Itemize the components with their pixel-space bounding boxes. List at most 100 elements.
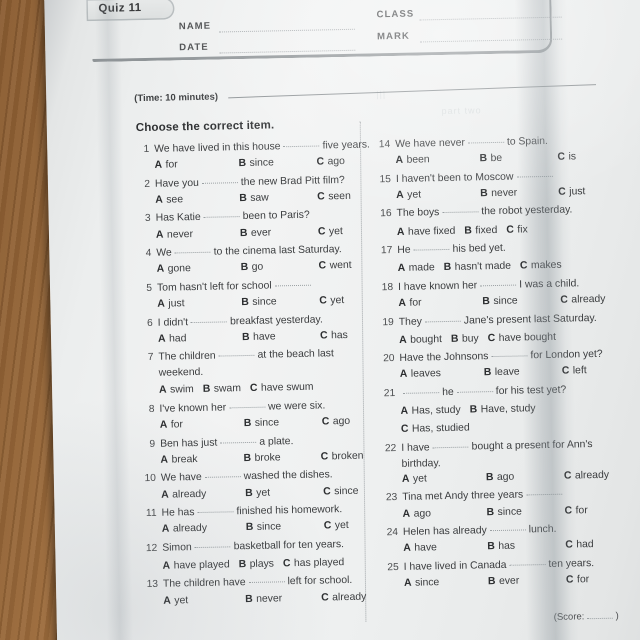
answer-option[interactable]: Cago (322, 414, 351, 431)
answer-option[interactable]: Bbe (479, 150, 557, 168)
answer-blank[interactable] (467, 133, 504, 144)
answer-option[interactable]: Cfix (506, 222, 528, 238)
answer-option[interactable]: Bhave (242, 328, 320, 346)
answer-blank[interactable] (194, 538, 231, 548)
answer-option[interactable]: Bsince (238, 155, 316, 173)
answer-blank[interactable] (526, 486, 563, 496)
answer-option[interactable]: Ahave fixed (397, 223, 456, 240)
answer-blank[interactable] (403, 384, 440, 394)
answer-option[interactable]: Cbroken (321, 449, 364, 466)
answer-option[interactable]: Bever (488, 573, 566, 591)
answer-option[interactable]: Asee (155, 191, 239, 209)
answer-blank[interactable] (190, 312, 228, 323)
answer-option[interactable]: Bsince (241, 294, 319, 312)
answer-blank[interactable] (516, 167, 553, 178)
answer-option[interactable]: Bgo (241, 259, 319, 277)
answer-option[interactable]: Aago (402, 505, 486, 523)
answer-option[interactable]: Abreak (160, 451, 243, 469)
answer-blank[interactable] (201, 173, 238, 184)
answer-option[interactable]: Bever (240, 224, 318, 242)
answer-option[interactable]: Bsince (246, 519, 324, 537)
answer-option[interactable]: Bbroke (243, 449, 320, 467)
answer-option[interactable]: Amade (398, 261, 435, 278)
answer-option[interactable]: Ahave played (162, 557, 230, 574)
answer-option[interactable]: Ahad (158, 330, 242, 348)
answer-blank[interactable] (480, 276, 517, 287)
answer-blank[interactable] (413, 241, 450, 251)
answer-option[interactable]: Aswim (159, 382, 194, 399)
answer-option[interactable]: Byet (245, 484, 323, 502)
answer-option[interactable]: Afor (160, 416, 244, 434)
answer-blank[interactable] (442, 203, 479, 214)
answer-option[interactable]: Aalready (162, 520, 246, 538)
answer-option[interactable]: Calready (560, 292, 605, 309)
answer-option[interactable]: A Has, study (400, 403, 460, 420)
answer-blank[interactable] (432, 438, 469, 448)
answer-option[interactable]: Calready (564, 468, 609, 485)
answer-blank[interactable] (203, 208, 240, 219)
answer-option[interactable]: Chas (320, 328, 348, 345)
answer-option[interactable]: Aalready (161, 486, 245, 504)
answer-blank[interactable] (248, 573, 285, 584)
answer-option[interactable]: Cago (316, 154, 345, 171)
answer-blank[interactable] (228, 398, 266, 409)
answer-blank[interactable] (283, 137, 320, 148)
answer-option[interactable]: Bsaw (239, 189, 317, 207)
answer-blank[interactable] (174, 243, 211, 254)
answer-option[interactable]: Cwent (318, 258, 352, 275)
answer-option[interactable]: Afor (398, 294, 482, 312)
answer-option[interactable]: Bfixed (464, 223, 497, 240)
score-blank[interactable] (586, 610, 614, 620)
answer-option[interactable]: Cis (557, 150, 576, 166)
answer-option[interactable]: Cseen (317, 189, 351, 206)
answer-blank[interactable] (204, 468, 241, 479)
answer-option[interactable]: Bplays (239, 556, 275, 573)
answer-blank[interactable] (491, 347, 528, 358)
answer-option[interactable]: Ayet (402, 470, 486, 488)
answer-option[interactable]: Aleaves (400, 366, 484, 384)
answer-option[interactable]: Chad (565, 537, 594, 554)
answer-option[interactable]: Cleft (562, 364, 587, 380)
answer-option[interactable]: Cmakes (520, 258, 562, 275)
answer-option[interactable]: Chave swum (250, 380, 314, 397)
answer-option[interactable]: Bbuy (451, 331, 479, 348)
answer-blank[interactable] (218, 347, 255, 357)
answer-option[interactable]: Anever (156, 226, 240, 244)
answer-option[interactable]: Ahave (403, 539, 487, 557)
answer-option[interactable]: Abeen (395, 151, 479, 169)
answer-option[interactable]: Calready (321, 589, 366, 606)
answer-option[interactable]: Cfor (566, 572, 589, 588)
answer-option[interactable]: Asince (404, 574, 488, 592)
answer-option[interactable]: Bswam (203, 382, 241, 399)
answer-blank[interactable] (197, 503, 234, 514)
answer-blank[interactable] (489, 521, 526, 532)
answer-option[interactable]: Bnever (245, 590, 321, 608)
answer-option[interactable]: Bago (486, 468, 564, 486)
answer-option[interactable]: Chave bought (488, 330, 557, 347)
answer-option[interactable]: Agone (157, 260, 241, 278)
answer-blank[interactable] (509, 555, 546, 566)
answer-option[interactable]: Bhasn't made (444, 259, 512, 276)
answer-option[interactable]: Bleave (484, 364, 562, 382)
answer-option[interactable]: Bhas (487, 538, 565, 556)
answer-option[interactable]: Chas played (283, 555, 345, 572)
answer-option[interactable]: B Have, study (470, 401, 536, 418)
answer-blank[interactable] (456, 382, 493, 393)
answer-option[interactable]: Ajust (157, 295, 241, 313)
answer-blank[interactable] (424, 312, 461, 322)
answer-option[interactable]: Bsince (486, 503, 564, 521)
answer-option[interactable]: Ayet (396, 186, 480, 204)
answer-option[interactable]: Bsince (244, 415, 322, 433)
answer-option[interactable]: Bnever (480, 185, 558, 203)
answer-option[interactable]: Bsince (482, 293, 560, 311)
answer-option[interactable]: Cfor (564, 503, 587, 519)
answer-option[interactable]: Abought (399, 332, 442, 349)
answer-blank[interactable] (220, 433, 257, 444)
answer-option[interactable]: C Has, studied (401, 421, 470, 438)
answer-option[interactable]: Cjust (558, 184, 586, 201)
answer-blank[interactable] (274, 276, 311, 287)
answer-option[interactable]: Cyet (319, 293, 344, 309)
answer-option[interactable]: Cyet (318, 224, 343, 240)
answer-option[interactable]: Ayet (163, 592, 245, 610)
answer-option[interactable]: Afor (154, 156, 238, 174)
